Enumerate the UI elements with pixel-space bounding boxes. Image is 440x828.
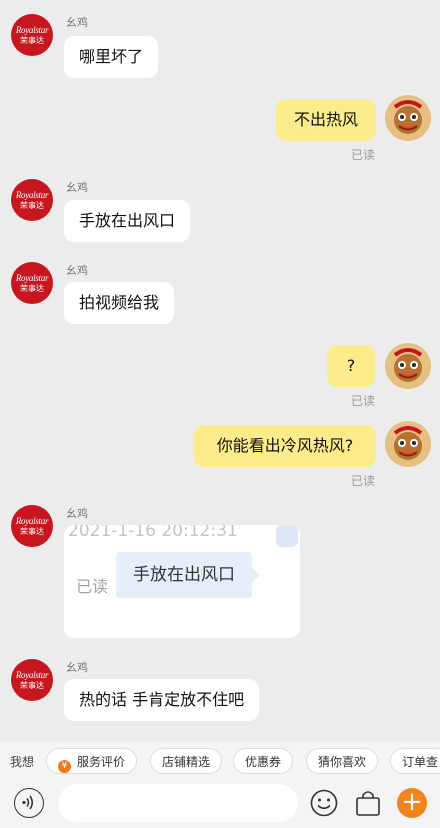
plus-icon: +	[401, 787, 423, 817]
image-timestamp: 2021-1-16 20:12:31	[68, 525, 238, 541]
sender-name: 幺鸡	[66, 661, 88, 674]
chip-store-picks[interactable]: 店铺精选	[150, 748, 223, 774]
chip-service-rating[interactable]: ¥ 服务评价	[46, 748, 138, 774]
image-edge-shape	[276, 525, 298, 547]
coupon-icon: ¥	[58, 760, 71, 773]
quick-action-bar: 我想 ¥ 服务评价 店铺精选 优惠券 猜你喜欢 订单查	[0, 741, 440, 781]
read-status: 已读	[351, 394, 376, 408]
own-message-bubble[interactable]: 不出热风	[276, 99, 376, 141]
shop-avatar[interactable]: Royalstar 荣事达	[11, 659, 53, 701]
own-message-bubble[interactable]: 你能看出冷风热风?	[194, 425, 376, 467]
read-status: 已读	[351, 148, 376, 162]
image-message[interactable]: 2021-1-16 20:12:31 已读 手放在出风口	[64, 525, 300, 638]
smiley-icon	[310, 789, 338, 817]
plus-button[interactable]: +	[397, 788, 427, 818]
shop-avatar[interactable]: Royalstar 荣事达	[11, 179, 53, 221]
quickbar-label: 我想	[10, 755, 35, 769]
message-bubble[interactable]: 哪里坏了	[64, 36, 159, 78]
shop-avatar[interactable]: Royalstar 荣事达	[11, 14, 53, 56]
chip-coupons[interactable]: 优惠券	[233, 748, 294, 774]
message-bubble[interactable]: 手放在出风口	[64, 200, 191, 242]
sender-name: 幺鸡	[66, 507, 88, 520]
sender-name: 幺鸡	[66, 264, 88, 277]
shopping-bag-icon	[356, 791, 380, 816]
image-inner-bubble: 手放在出风口	[116, 552, 260, 598]
message-bubble[interactable]: 拍视频给我	[64, 282, 175, 324]
user-avatar[interactable]	[385, 95, 431, 141]
input-bar: +	[0, 781, 440, 828]
emoji-button[interactable]	[309, 788, 339, 818]
chat-area[interactable]: Royalstar 荣事达 幺鸡 哪里坏了 不出热风 已读 Royalstar …	[0, 0, 440, 738]
chip-order-lookup[interactable]: 订单查	[390, 748, 440, 774]
shop-avatar[interactable]: Royalstar 荣事达	[11, 505, 53, 547]
voice-icon	[22, 795, 34, 810]
read-status: 已读	[351, 474, 376, 488]
user-avatar[interactable]	[385, 343, 431, 389]
user-avatar[interactable]	[385, 421, 431, 467]
shop-avatar[interactable]: Royalstar 荣事达	[11, 262, 53, 304]
message-bubble[interactable]: 热的话 手肯定放不住吧	[64, 679, 260, 721]
shopping-bag-button[interactable]	[354, 788, 382, 818]
image-read-label: 已读	[76, 577, 109, 596]
chip-you-may-like[interactable]: 猜你喜欢	[306, 748, 379, 774]
message-input[interactable]	[58, 784, 298, 822]
sender-name: 幺鸡	[66, 181, 88, 194]
voice-button[interactable]	[14, 788, 44, 818]
own-message-bubble[interactable]: ?	[327, 345, 375, 387]
sender-name: 幺鸡	[66, 16, 88, 29]
